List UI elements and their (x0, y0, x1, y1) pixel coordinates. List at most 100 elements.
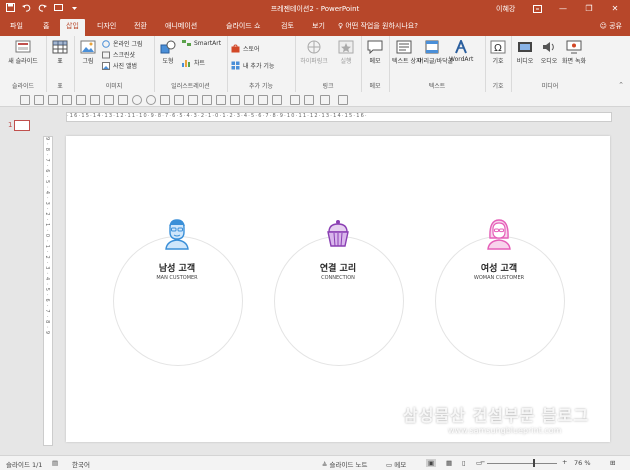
symbol-button[interactable]: Ω 기호 (488, 40, 508, 65)
woman-icon[interactable] (486, 218, 512, 250)
symbol-label: 기호 (492, 58, 504, 65)
screenshot-icon (102, 51, 110, 58)
online-pictures-button[interactable]: 온라인 그림 (102, 39, 143, 48)
group-images-label: 이미지 (105, 83, 123, 90)
draw-tool-icon[interactable] (216, 95, 226, 105)
man-icon[interactable] (164, 218, 190, 250)
draw-tool-icon[interactable] (132, 95, 142, 105)
header-footer-icon (425, 40, 439, 54)
slide-canvas[interactable]: 남성 고객 MAN CUSTOMER 연결 고리 CONNECTION 여성 고… (66, 136, 610, 442)
tab-view[interactable]: 보기 (312, 21, 325, 31)
fit-slide-icon[interactable]: ⊞ (610, 459, 615, 467)
draw-tool-icon[interactable] (48, 95, 58, 105)
zoom-slider-handle[interactable] (533, 459, 535, 467)
draw-tool-icon[interactable] (338, 95, 348, 105)
svg-text:Ω: Ω (494, 43, 502, 54)
draw-tool-icon[interactable] (160, 95, 170, 105)
title-bar: 프레젠테이션2 - PowerPoint 이혜강 — ❐ ✕ (0, 0, 630, 18)
draw-tool-icon[interactable] (62, 95, 72, 105)
header-footer-label: 머리글/바닥글 (418, 58, 454, 65)
item-subtitle: MAN CUSTOMER (156, 275, 198, 281)
screen-recording-button[interactable]: 화면 녹화 (562, 40, 586, 65)
circle-man-customer[interactable] (113, 236, 243, 366)
picture-button[interactable]: 그림 (78, 40, 98, 65)
my-addins-button[interactable]: 내 추가 기능 (231, 61, 274, 70)
photo-album-button[interactable]: 사진 앨범 (102, 61, 137, 70)
tab-slideshow[interactable]: 슬라이드 쇼 (226, 21, 260, 31)
zoom-out-button[interactable]: − (480, 458, 485, 466)
close-button[interactable]: ✕ (604, 2, 626, 15)
minimize-button[interactable]: — (552, 2, 574, 15)
draw-tool-icon[interactable] (202, 95, 212, 105)
smartart-button[interactable]: SmartArt (182, 39, 221, 47)
draw-tool-icon[interactable] (304, 95, 314, 105)
draw-tool-icon[interactable] (76, 95, 86, 105)
zoom-level[interactable]: 76 % (574, 459, 591, 467)
watermark-url: www.samsungblueprint.com (448, 426, 562, 435)
new-slide-button[interactable]: 새 슬라이드 (4, 40, 42, 65)
draw-tool-icon[interactable] (34, 95, 44, 105)
draw-tool-icon[interactable] (230, 95, 240, 105)
slide-counter: 슬라이드 1/1 (6, 461, 43, 469)
group-links: 하이퍼링크 실행 링크 (295, 36, 362, 92)
draw-tool-icon[interactable] (118, 95, 128, 105)
slide-thumbnail[interactable] (14, 120, 30, 131)
wordart-button[interactable]: WordArt (449, 40, 473, 63)
draw-tool-icon[interactable] (290, 95, 300, 105)
draw-tool-icon[interactable] (244, 95, 254, 105)
notes-button[interactable]: ≜ 슬라이드 노트 (322, 459, 367, 469)
draw-tool-icon[interactable] (90, 95, 100, 105)
draw-tool-icon[interactable] (104, 95, 114, 105)
tab-review[interactable]: 검토 (281, 21, 294, 31)
header-footer-button[interactable]: 머리글/바닥글 (418, 40, 453, 65)
table-button[interactable]: 표 (50, 40, 70, 65)
reading-view-icon[interactable]: ▯ (462, 459, 466, 467)
textbox-button[interactable]: 텍스트 상자 (392, 40, 422, 65)
store-button[interactable]: 스토어 (231, 44, 260, 53)
shapes-button[interactable]: 도형 (158, 40, 178, 65)
zoom-in-button[interactable]: + (562, 458, 567, 466)
ribbon-display-options-icon[interactable] (526, 2, 548, 15)
tab-design[interactable]: 디자인 (97, 21, 116, 31)
draw-tool-icon[interactable] (174, 95, 184, 105)
table-icon (52, 40, 68, 54)
draw-tool-icon[interactable] (258, 95, 268, 105)
audio-button[interactable]: 오디오 (538, 40, 560, 65)
cupcake-icon[interactable] (325, 218, 351, 250)
chart-button[interactable]: 차트 (182, 58, 205, 67)
video-button[interactable]: 비디오 (514, 40, 536, 65)
language-indicator[interactable]: 한국어 (72, 459, 90, 469)
action-button[interactable]: 실행 (335, 40, 357, 65)
draw-tool-icon[interactable] (272, 95, 282, 105)
tell-me-box[interactable]: ♀ 어떤 작업을 원하시나요? (338, 21, 418, 31)
comment-button[interactable]: 메모 (364, 40, 386, 65)
slide-number: 1 (8, 121, 13, 129)
spellcheck-icon[interactable]: ▤ (52, 459, 58, 467)
draw-tool-icon[interactable] (188, 95, 198, 105)
share-button[interactable]: ☺ 공유 (600, 21, 622, 31)
zoom-slider[interactable] (487, 463, 557, 464)
circle-woman-customer[interactable] (435, 236, 565, 366)
draw-tool-icon[interactable] (20, 95, 30, 105)
restore-button[interactable]: ❐ (578, 2, 600, 15)
hyperlink-button[interactable]: 하이퍼링크 (297, 40, 331, 65)
draw-tool-icon[interactable] (320, 95, 330, 105)
screenshot-button[interactable]: 스크린샷 (102, 50, 135, 59)
tab-insert[interactable]: 삽입 (60, 19, 85, 36)
tab-home[interactable]: 홈 (43, 21, 49, 31)
circle-connection[interactable] (274, 236, 404, 366)
tab-transitions[interactable]: 전환 (134, 21, 147, 31)
picture-icon (80, 40, 96, 54)
tab-file[interactable]: 파일 (10, 21, 23, 31)
collapse-ribbon-icon[interactable]: ⌃ (618, 81, 624, 89)
normal-view-icon[interactable]: ▣ (426, 459, 437, 467)
photo-album-label: 사진 앨범 (113, 63, 137, 70)
tab-animations[interactable]: 애니메이션 (165, 21, 197, 31)
user-name[interactable]: 이혜강 (496, 4, 515, 14)
store-icon (231, 44, 240, 53)
globe-link-icon (307, 40, 321, 54)
shapes-icon (160, 40, 176, 54)
slide-sorter-icon[interactable]: ▦ (446, 459, 452, 467)
comments-button[interactable]: ▭ 메모 (386, 459, 406, 469)
draw-tool-icon[interactable] (146, 95, 156, 105)
